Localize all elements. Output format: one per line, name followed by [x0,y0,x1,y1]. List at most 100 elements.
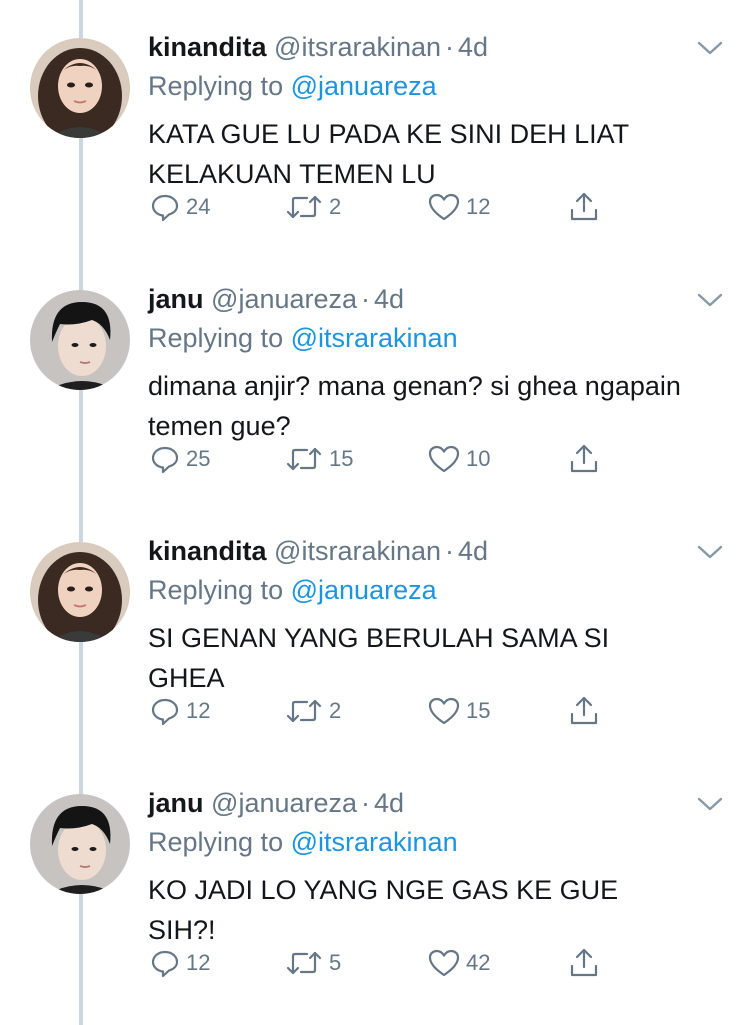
replying-to: Replying to @januareza [148,572,708,608]
user-handle[interactable]: @januareza [211,788,357,818]
like-count: 42 [466,950,491,975]
user-handle[interactable]: @itsrarakinan [274,536,441,566]
tweet-text: KATA GUE LU PADA KE SINI DEH LIAT KELAKU… [148,119,629,189]
share-button[interactable] [568,946,600,980]
heart-icon [428,445,460,473]
tweet-actions: 25 15 10 [150,442,630,476]
reply-button[interactable]: 24 [150,190,210,224]
replying-to: Replying to @januareza [148,68,708,104]
tweet-content: janu @januareza · 4d Replying to @itsrarak… [148,786,708,950]
replying-to-label: Replying to [148,575,284,605]
replying-to-mention[interactable]: @itsrarakinan [291,827,458,857]
avatar[interactable] [30,38,130,138]
timestamp[interactable]: 4d [374,788,404,818]
avatar[interactable] [30,794,130,894]
tweet-content: kinandita @itsrarakinan · 4d Replying to @… [148,30,708,194]
retweet-count: 15 [329,446,354,471]
retweet-button[interactable]: 15 [285,442,353,476]
male-avatar-icon [30,794,130,894]
tweet-actions: 12 5 42 [150,946,630,980]
retweet-count: 5 [329,950,342,975]
tweet-card[interactable]: kinandita @itsrarakinan · 4d Replying to @… [0,504,750,756]
reply-count: 25 [186,446,211,471]
replying-to-label: Replying to [148,323,284,353]
chevron-down-icon[interactable] [696,542,724,562]
chevron-down-icon[interactable] [696,38,724,58]
timestamp[interactable]: 4d [374,284,404,314]
retweet-icon [286,699,322,723]
replying-to-label: Replying to [148,827,284,857]
heart-icon [428,697,460,725]
user-handle[interactable]: @itsrarakinan [274,32,441,62]
reply-icon [151,194,179,222]
retweet-icon [286,447,322,471]
tweet-card[interactable]: janu @januareza · 4d Replying to @itsrarak… [0,252,750,504]
avatar[interactable] [30,542,130,642]
display-name[interactable]: kinandita [148,32,267,62]
like-button[interactable]: 10 [428,442,490,476]
retweet-icon [286,195,322,219]
replying-to-mention[interactable]: @itsrarakinan [291,323,458,353]
share-button[interactable] [568,442,600,476]
replying-to: Replying to @itsrarakinan [148,320,708,356]
female-avatar-icon [30,542,130,642]
tweet-header: kinandita @itsrarakinan · 4d [148,534,708,568]
reply-icon [151,446,179,474]
male-avatar-icon [30,290,130,390]
like-button[interactable]: 15 [428,694,490,728]
heart-icon [428,949,460,977]
reply-button[interactable]: 12 [150,946,210,980]
share-icon [570,696,598,725]
reply-count: 12 [186,950,211,975]
tweet-header: kinandita @itsrarakinan · 4d [148,30,708,64]
chevron-down-icon[interactable] [696,794,724,814]
tweet-text: dimana anjir? mana genan? si ghea ngapai… [148,371,681,441]
share-icon [570,948,598,977]
share-icon [570,444,598,473]
share-button[interactable] [568,694,600,728]
tweet-header: janu @januareza · 4d [148,786,708,820]
chevron-down-icon[interactable] [696,290,724,310]
separator-dot: · [361,284,371,314]
separator-dot: · [445,536,455,566]
tweet-actions: 24 2 12 [150,190,630,224]
replying-to-mention[interactable]: @januareza [291,71,437,101]
female-avatar-icon [30,38,130,138]
timestamp[interactable]: 4d [458,536,488,566]
like-count: 10 [466,446,491,471]
tweet-card[interactable]: kinandita @itsrarakinan · 4d Replying to @… [0,0,750,252]
tweet-header: janu @januareza · 4d [148,282,708,316]
heart-icon [428,193,460,221]
like-button[interactable]: 42 [428,946,490,980]
replying-to-label: Replying to [148,71,284,101]
display-name[interactable]: janu [148,788,204,818]
replying-to: Replying to @itsrarakinan [148,824,708,860]
reply-button[interactable]: 12 [150,694,210,728]
retweet-button[interactable]: 2 [285,190,341,224]
separator-dot: · [445,32,455,62]
retweet-button[interactable]: 2 [285,694,341,728]
share-icon [570,192,598,221]
display-name[interactable]: kinandita [148,536,267,566]
reply-button[interactable]: 25 [150,442,210,476]
replying-to-mention[interactable]: @januareza [291,575,437,605]
reply-count: 12 [186,698,211,723]
retweet-button[interactable]: 5 [285,946,341,980]
reply-icon [151,950,179,978]
avatar[interactable] [30,290,130,390]
timestamp[interactable]: 4d [458,32,488,62]
tweet-text: KO JADI LO YANG NGE GAS KE GUE SIH?! [148,875,619,945]
user-handle[interactable]: @januareza [211,284,357,314]
share-button[interactable] [568,190,600,224]
reply-count: 24 [186,194,211,219]
retweet-icon [286,951,322,975]
tweet-content: kinandita @itsrarakinan · 4d Replying to @… [148,534,708,698]
tweet-actions: 12 2 15 [150,694,630,728]
reply-icon [151,698,179,726]
like-count: 12 [466,194,491,219]
like-button[interactable]: 12 [428,190,490,224]
display-name[interactable]: janu [148,284,204,314]
tweet-card[interactable]: janu @januareza · 4d Replying to @itsrarak… [0,756,750,1008]
like-count: 15 [466,698,491,723]
tweet-content: janu @januareza · 4d Replying to @itsrarak… [148,282,708,446]
